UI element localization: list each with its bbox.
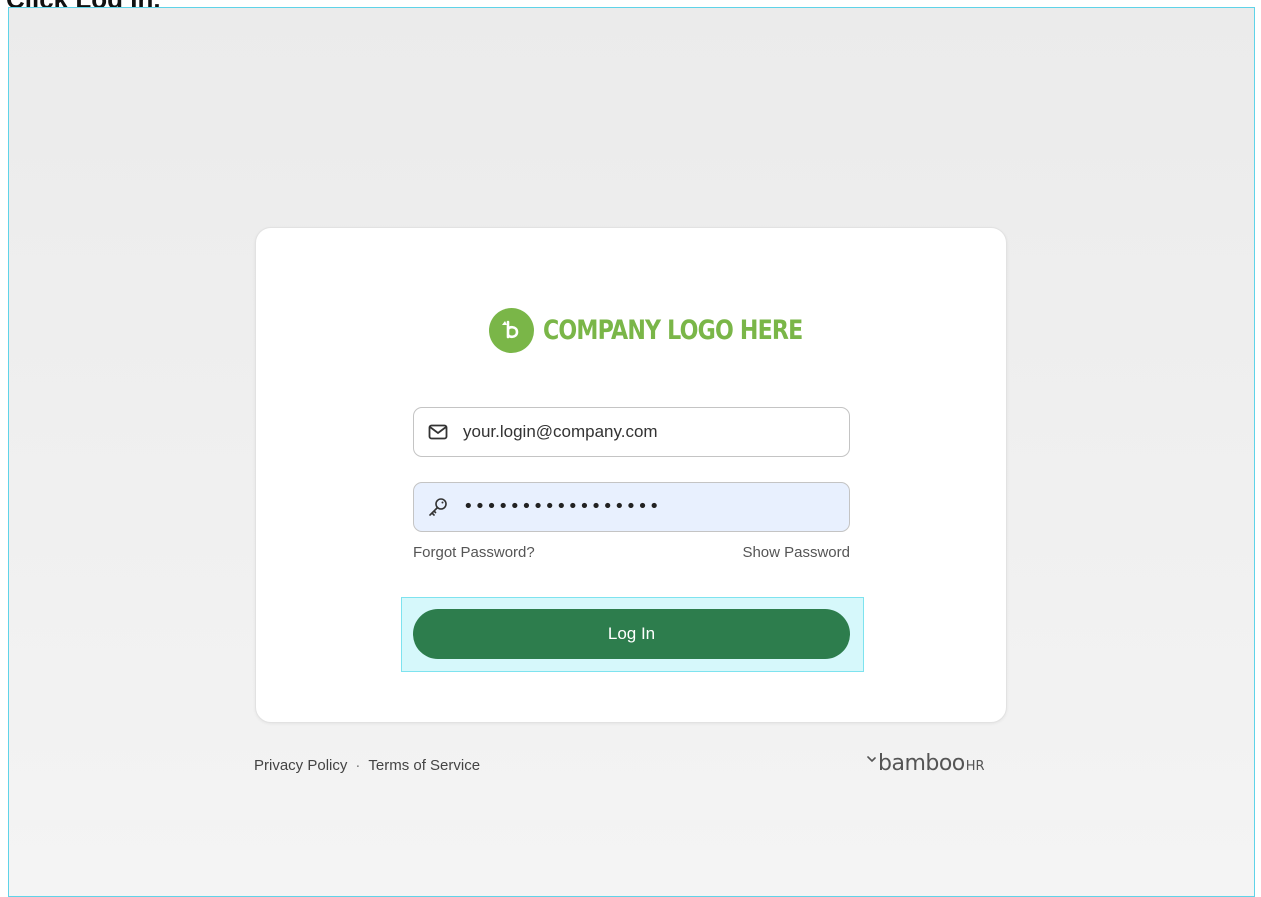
email-input[interactable] [463,422,843,442]
key-icon [428,497,448,517]
password-links: Forgot Password? Show Password [413,544,850,561]
browser-viewport: COMPANY LOGO HERE ••••••••••••••••• [8,7,1255,897]
password-input[interactable]: ••••••••••••••••• [463,497,661,517]
footer-links: Privacy Policy · Terms of Service [254,757,480,774]
terms-of-service-link[interactable]: Terms of Service [368,757,480,774]
show-password-link[interactable]: Show Password [742,544,850,561]
password-field[interactable]: ••••••••••••••••• [413,482,850,532]
bamboohr-logo-main: bamboo [878,751,965,776]
company-logo-mark [489,308,534,353]
email-field[interactable] [413,407,850,457]
leaf-icon [501,320,518,338]
login-button[interactable]: Log In [413,609,850,659]
company-logo: COMPANY LOGO HERE [489,308,859,353]
bamboohr-logo: bamboo HR [867,751,985,776]
envelope-icon [428,422,448,442]
bamboo-leaf-icon [867,756,876,763]
login-card: COMPANY LOGO HERE ••••••••••••••••• [255,227,1007,723]
footer-separator: · [355,757,361,774]
privacy-policy-link[interactable]: Privacy Policy [254,757,347,774]
company-logo-text: COMPANY LOGO HERE [543,315,803,346]
forgot-password-link[interactable]: Forgot Password? [413,544,535,561]
bamboohr-logo-suffix: HR [965,759,985,774]
